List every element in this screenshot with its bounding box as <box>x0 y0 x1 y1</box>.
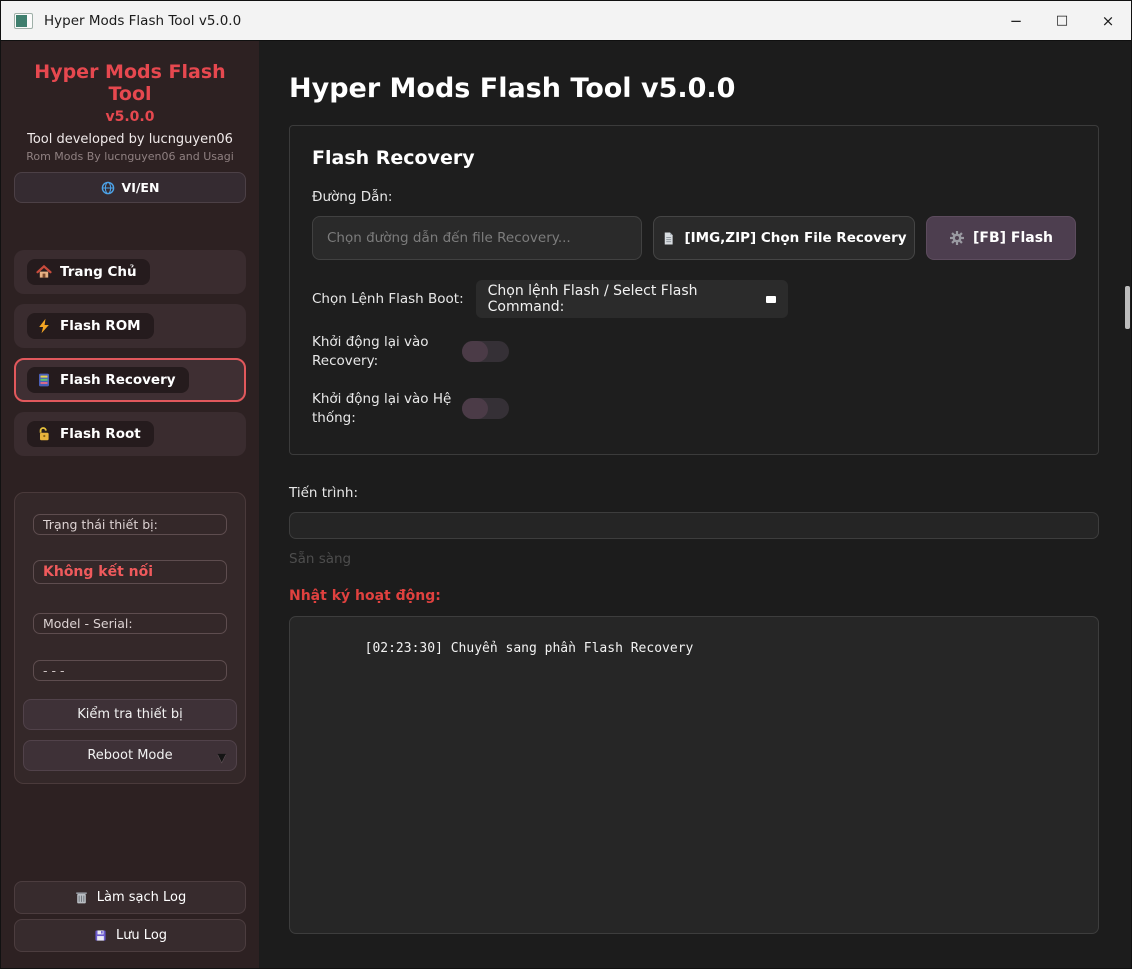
main-content: Hyper Mods Flash Tool v5.0.0 Flash Recov… <box>259 41 1131 969</box>
app-window: Hyper Mods Flash Tool v5.0.0 − □ × Hyper… <box>0 0 1132 969</box>
unlock-icon <box>36 426 52 442</box>
choose-file-button[interactable]: [IMG,ZIP] Chọn File Recovery <box>653 216 915 260</box>
maximize-button[interactable]: □ <box>1039 1 1085 40</box>
reboot-system-label: Khởi động lại vào Hệ thống: <box>312 390 452 428</box>
model-serial-label: Model - Serial: <box>33 613 227 634</box>
path-label: Đường Dẫn: <box>312 189 1076 205</box>
model-serial-value: - - - <box>33 660 227 681</box>
progress-label: Tiến trình: <box>289 485 1099 501</box>
reboot-recovery-label: Khởi động lại vào Recovery: <box>312 333 452 371</box>
sidebar-item-label: Trang Chủ <box>60 264 137 280</box>
brand-version: v5.0.0 <box>14 109 246 125</box>
check-device-label: Kiểm tra thiết bị <box>77 707 183 722</box>
brand-title: Hyper Mods Flash Tool <box>14 61 246 105</box>
app-icon <box>14 13 33 29</box>
window-controls: − □ × <box>993 1 1131 40</box>
sidebar-footer: Làm sạch Log Lưu Log <box>14 876 246 969</box>
gear-icon <box>949 230 965 246</box>
log-line: [02:23:30] Chuyển sang phần Flash Recove… <box>365 641 694 656</box>
reboot-mode-label: Reboot Mode <box>87 748 172 763</box>
sidebar-nav: Trang Chủ Flash ROM <box>14 250 246 466</box>
activity-log-label: Nhật ký hoạt động: <box>289 588 1099 604</box>
device-status-panel: Trạng thái thiết bị: Không kết nối Model… <box>14 492 246 784</box>
document-icon <box>661 231 676 246</box>
toggle-knob <box>462 398 488 419</box>
card-title: Flash Recovery <box>312 147 1076 169</box>
flash-command-select[interactable]: Chọn lệnh Flash / Select Flash Command: <box>476 280 788 318</box>
sidebar-item-label: Flash ROM <box>60 318 141 334</box>
reboot-system-row: Khởi động lại vào Hệ thống: <box>312 390 1076 428</box>
sidebar-item-flash-recovery[interactable]: Flash Recovery <box>14 358 246 402</box>
brand: Hyper Mods Flash Tool v5.0.0 Tool develo… <box>14 41 246 163</box>
activity-log-box[interactable]: [02:23:30] Chuyển sang phần Flash Recove… <box>289 616 1099 934</box>
minimize-button[interactable]: − <box>993 1 1039 40</box>
close-button[interactable]: × <box>1085 1 1131 40</box>
toggle-knob <box>462 341 488 362</box>
sidebar-item-trang-chu[interactable]: Trang Chủ <box>14 250 246 294</box>
progress-bar <box>289 512 1099 539</box>
clear-log-button[interactable]: Làm sạch Log <box>14 881 246 914</box>
device-status-value: Không kết nối <box>33 560 227 584</box>
language-toggle-button[interactable]: VI/EN <box>14 172 246 203</box>
chevron-down-icon: ▼ <box>218 751 226 764</box>
save-log-label: Lưu Log <box>116 928 167 943</box>
globe-icon <box>101 181 115 195</box>
sidebar-item-flash-rom[interactable]: Flash ROM <box>14 304 246 348</box>
sidebar-item-label: Flash Root <box>60 426 141 442</box>
recovery-path-input[interactable] <box>312 216 642 260</box>
command-label: Chọn Lệnh Flash Boot: <box>312 291 464 307</box>
page-title: Hyper Mods Flash Tool v5.0.0 <box>289 73 1099 104</box>
bolt-icon <box>36 318 52 334</box>
device-status-label: Trạng thái thiết bị: <box>33 514 227 535</box>
sidebar-item-flash-root[interactable]: Flash Root <box>14 412 246 456</box>
save-icon <box>93 928 108 943</box>
dropdown-indicator-icon <box>766 296 776 303</box>
save-log-button[interactable]: Lưu Log <box>14 919 246 952</box>
check-device-button[interactable]: Kiểm tra thiết bị <box>23 699 237 730</box>
command-row: Chọn Lệnh Flash Boot: Chọn lệnh Flash / … <box>312 280 1076 318</box>
path-row: [IMG,ZIP] Chọn File Recovery [FB] Flash <box>312 216 1076 260</box>
flash-command-selected: Chọn lệnh Flash / Select Flash Command: <box>488 283 758 315</box>
fb-flash-label: [FB] Flash <box>973 230 1053 246</box>
titlebar: Hyper Mods Flash Tool v5.0.0 − □ × <box>1 1 1131 41</box>
reboot-mode-dropdown[interactable]: Reboot Mode ▼ <box>23 740 237 771</box>
sidebar-item-label: Flash Recovery <box>60 372 176 388</box>
clear-log-label: Làm sạch Log <box>97 890 186 905</box>
brand-developer: Tool developed by lucnguyen06 <box>14 132 246 147</box>
flash-recovery-card: Flash Recovery Đường Dẫn: [IMG,ZIP] Chọn… <box>289 125 1099 455</box>
trash-icon <box>74 890 89 905</box>
progress-status: Sẵn sàng <box>289 551 1099 567</box>
language-toggle-label: VI/EN <box>122 180 160 195</box>
reboot-system-toggle[interactable] <box>462 398 509 419</box>
window-title: Hyper Mods Flash Tool v5.0.0 <box>44 13 241 29</box>
home-icon <box>36 264 52 280</box>
brand-credit: Rom Mods By lucnguyen06 and Usagi <box>14 150 246 163</box>
fb-flash-button[interactable]: [FB] Flash <box>926 216 1076 260</box>
reboot-recovery-toggle[interactable] <box>462 341 509 362</box>
disk-icon <box>36 372 52 388</box>
sidebar: Hyper Mods Flash Tool v5.0.0 Tool develo… <box>1 41 259 969</box>
reboot-recovery-row: Khởi động lại vào Recovery: <box>312 333 1076 371</box>
choose-file-label: [IMG,ZIP] Chọn File Recovery <box>684 230 906 246</box>
scrollbar-thumb[interactable] <box>1125 286 1130 329</box>
